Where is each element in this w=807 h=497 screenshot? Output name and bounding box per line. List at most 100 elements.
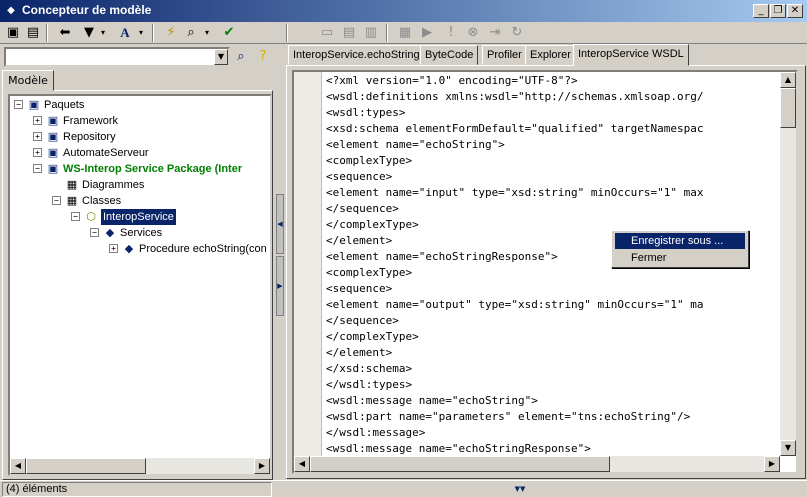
scroll-down-button[interactable]: ▼ [780,440,796,456]
menu-item-enregistrer-sous[interactable]: Enregistrer sous ... [615,233,745,249]
tree-item-label: WS-Interop Service Package (Inter [63,163,243,175]
search-dropdown-icon[interactable]: ▾ [202,24,212,42]
collapse-icon[interactable]: − [71,212,80,221]
tab-bytecode[interactable]: ByteCode [420,45,479,65]
tab-modele[interactable]: Modèle [2,70,54,91]
code-line: <element name="echoString"> [326,138,505,151]
model-tree[interactable]: − ▣ Paquets + ▣ Framework + ▣ Repository + ▣ Automa… [8,94,272,476]
scroll-thumb[interactable] [310,456,610,472]
save-icon[interactable]: ▤ [24,24,42,42]
scroll-left-button[interactable]: ◀ [294,456,310,472]
toolbar: ▣ ▤ ⬅ ▼ ▾ A ▾ ⚡ ⌕ ▾ ✔ ▭ ▤ ▥ ▦ ▶ ! ⊗ ⇥ ↻ [0,22,807,44]
status-text: (4) éléments [2,482,272,497]
expand-icon[interactable]: + [33,116,42,125]
tree-hscrollbar[interactable]: ◀ ▶ [10,458,270,474]
tree-item[interactable]: − ▦ Classes [10,193,270,209]
context-menu: Enregistrer sous ... Fermer [611,230,749,268]
stop-icon[interactable]: ⊗ [464,24,482,42]
exclamation-icon[interactable]: ! [442,24,460,42]
code-line: </sequence> [326,314,399,327]
collapse-icon[interactable]: − [33,164,42,173]
package-icon: ▣ [28,98,40,111]
scroll-thumb[interactable] [26,458,146,474]
expand-icon[interactable]: + [33,148,42,157]
code-line: <sequence> [326,170,393,183]
tree-item[interactable]: + ▣ Repository [10,129,270,145]
collapse-right-arrow-icon[interactable]: ▶ [276,256,284,316]
wsdl-panel: <?xml version="1.0" encoding="UTF-8"?> <w… [286,65,806,479]
status-grip-icon[interactable]: ▼▼ [500,484,540,494]
search-dropdown-button[interactable]: ▼ [214,49,228,65]
tab-echostring[interactable]: InteropService.echoString [288,45,425,65]
wsdl-editor[interactable]: <?xml version="1.0" encoding="UTF-8"?> <w… [292,70,798,474]
help-bulb-icon[interactable]: ? [254,48,272,66]
font-icon[interactable]: A [116,24,134,42]
loop-icon[interactable]: ↻ [508,24,526,42]
code-line: </wsdl:message> [326,426,426,439]
collapse-icon[interactable]: − [52,196,61,205]
panel-splitter[interactable]: ◀ ▶ [275,44,285,480]
search-icon[interactable]: ⌕ [232,48,250,66]
tree-item[interactable]: + ◆ Procedure echoString(con [10,241,270,257]
status-bar: (4) éléments ▼▼ [0,480,807,497]
lightning-icon[interactable]: ⚡ [162,24,180,42]
tree-item[interactable]: + ▣ AutomateServeur [10,145,270,161]
tree-item-label: InteropService [101,209,176,225]
restore-button[interactable]: ❐ [770,4,786,18]
tab-explorer[interactable]: Explorer [525,45,576,65]
tree-item[interactable]: − ◆ Services [10,225,270,241]
classes-icon: ▦ [66,194,78,207]
package-icon: ▣ [47,146,59,159]
tree-item[interactable]: + ▣ Framework [10,113,270,129]
code-line: <?xml version="1.0" encoding="UTF-8"?> [326,74,578,87]
expand-icon[interactable]: + [109,244,118,253]
filter-dropdown-icon[interactable]: ▾ [98,24,108,42]
print-icon[interactable]: ▥ [362,24,380,42]
minimize-button[interactable]: _ [753,4,769,18]
save-all-icon[interactable]: ▣ [4,24,22,42]
scroll-left-button[interactable]: ◀ [10,458,26,474]
scroll-right-button[interactable]: ▶ [254,458,270,474]
tree-item-label: Classes [82,195,122,207]
tree-item-label: Repository [63,131,116,143]
open-folder-icon[interactable]: ▭ [318,24,336,42]
scroll-thumb[interactable] [780,88,796,128]
services-icon: ◆ [105,226,115,239]
filter-icon[interactable]: ▼ [80,24,98,42]
tree-item[interactable]: − ▣ WS-Interop Service Package (Inter [10,161,270,177]
menu-item-fermer[interactable]: Fermer [615,250,745,266]
title-bar: ◆ Concepteur de modèle _ ❐ ✕ [0,0,807,22]
run-icon[interactable]: ▶ [418,24,436,42]
editor-vscrollbar[interactable]: ▲ ▼ [780,72,796,456]
collapse-left-arrow-icon[interactable]: ◀ [276,194,284,254]
font-dropdown-icon[interactable]: ▾ [136,24,146,42]
search-input[interactable]: ▼ [4,47,230,67]
search-icon[interactable]: ⌕ [182,24,200,42]
scroll-up-button[interactable]: ▲ [780,72,796,88]
back-arrow-icon[interactable]: ⬅ [56,24,74,42]
tab-profiler[interactable]: Profiler [482,45,527,65]
build-icon[interactable]: ▦ [396,24,414,42]
expand-icon[interactable]: + [33,132,42,141]
step-icon[interactable]: ⇥ [486,24,504,42]
collapse-icon[interactable]: − [90,228,99,237]
procedure-icon: ◆ [124,242,134,255]
tree-item-label: Services [120,227,163,239]
tree-panel: − ▣ Paquets + ▣ Framework + ▣ Repository + ▣ Automa… [2,90,273,480]
code-line: <complexType> [326,154,413,167]
service-class-icon: ⬡ [86,210,96,223]
close-button[interactable]: ✕ [787,4,803,18]
tree-item[interactable]: ▦ Diagrammes [10,177,270,193]
collapse-icon[interactable]: − [14,100,23,109]
tree-item-label: AutomateServeur [63,147,149,159]
disk-icon[interactable]: ▤ [340,24,358,42]
left-panel: ▼ ⌕ ? Modèle − ▣ Paquets + ▣ Framework + ▣ Repos… [0,44,275,480]
tree-item[interactable]: − ⬡ InteropService [10,209,270,225]
check-icon[interactable]: ✔ [220,24,238,42]
scroll-right-button[interactable]: ▶ [764,456,780,472]
tree-item[interactable]: − ▣ Paquets [10,97,270,113]
toolbar-separator [286,24,288,42]
editor-hscrollbar[interactable]: ◀ ▶ [294,456,780,472]
code-line: </sequence> [326,202,399,215]
tab-wsdl[interactable]: InteropService WSDL [573,44,689,66]
